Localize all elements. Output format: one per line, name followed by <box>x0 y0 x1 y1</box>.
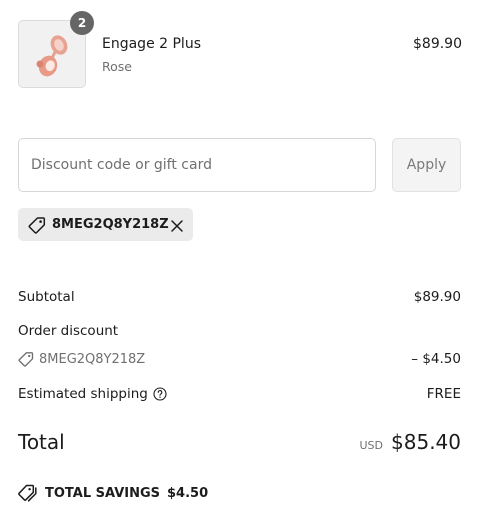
subtotal-label: Subtotal <box>18 289 75 305</box>
order-discount-label: Order discount <box>18 323 119 339</box>
quantity-badge: 2 <box>70 11 94 35</box>
product-variant: Rose <box>102 59 132 74</box>
currency-code: USD <box>359 439 384 452</box>
total-label: Total <box>18 430 65 454</box>
close-icon[interactable] <box>170 218 184 232</box>
product-name: Engage 2 Plus <box>102 36 201 52</box>
discount-code-input[interactable] <box>18 138 376 192</box>
product-thumbnail-wrap: 2 <box>18 11 94 88</box>
order-discount-code-line: 8MEG2Q8Y218Z <box>18 351 145 367</box>
order-discount-value: – $4.50 <box>411 351 461 367</box>
shipping-label: Estimated shipping <box>18 386 148 402</box>
total-value-wrap: USD $85.40 <box>360 430 462 454</box>
help-icon[interactable] <box>153 387 167 401</box>
subtotal-value: $89.90 <box>413 289 461 305</box>
total-savings-value: $4.50 <box>167 485 209 501</box>
total-savings-label: TOTAL SAVINGS <box>45 485 161 501</box>
tags-icon <box>18 484 38 502</box>
order-discount-code: 8MEG2Q8Y218Z <box>39 351 146 367</box>
order-summary: 2 Engage 2 Plus Rose $89.90 Apply 8MEG2Q… <box>0 0 500 509</box>
apply-button[interactable]: Apply <box>392 138 461 192</box>
applied-discount-chip: 8MEG2Q8Y218Z <box>18 208 193 241</box>
tag-icon <box>18 351 34 367</box>
product-price: $89.90 <box>413 36 462 52</box>
total-value: $85.40 <box>391 430 461 454</box>
tag-icon <box>28 216 46 234</box>
total-savings: TOTAL SAVINGS $4.50 <box>18 484 208 502</box>
shipping-label-row: Estimated shipping <box>18 386 167 402</box>
applied-discount-code: 8MEG2Q8Y218Z <box>52 217 169 232</box>
shipping-value: FREE <box>426 386 461 402</box>
line-item: 2 Engage 2 Plus Rose $89.90 <box>18 11 462 90</box>
